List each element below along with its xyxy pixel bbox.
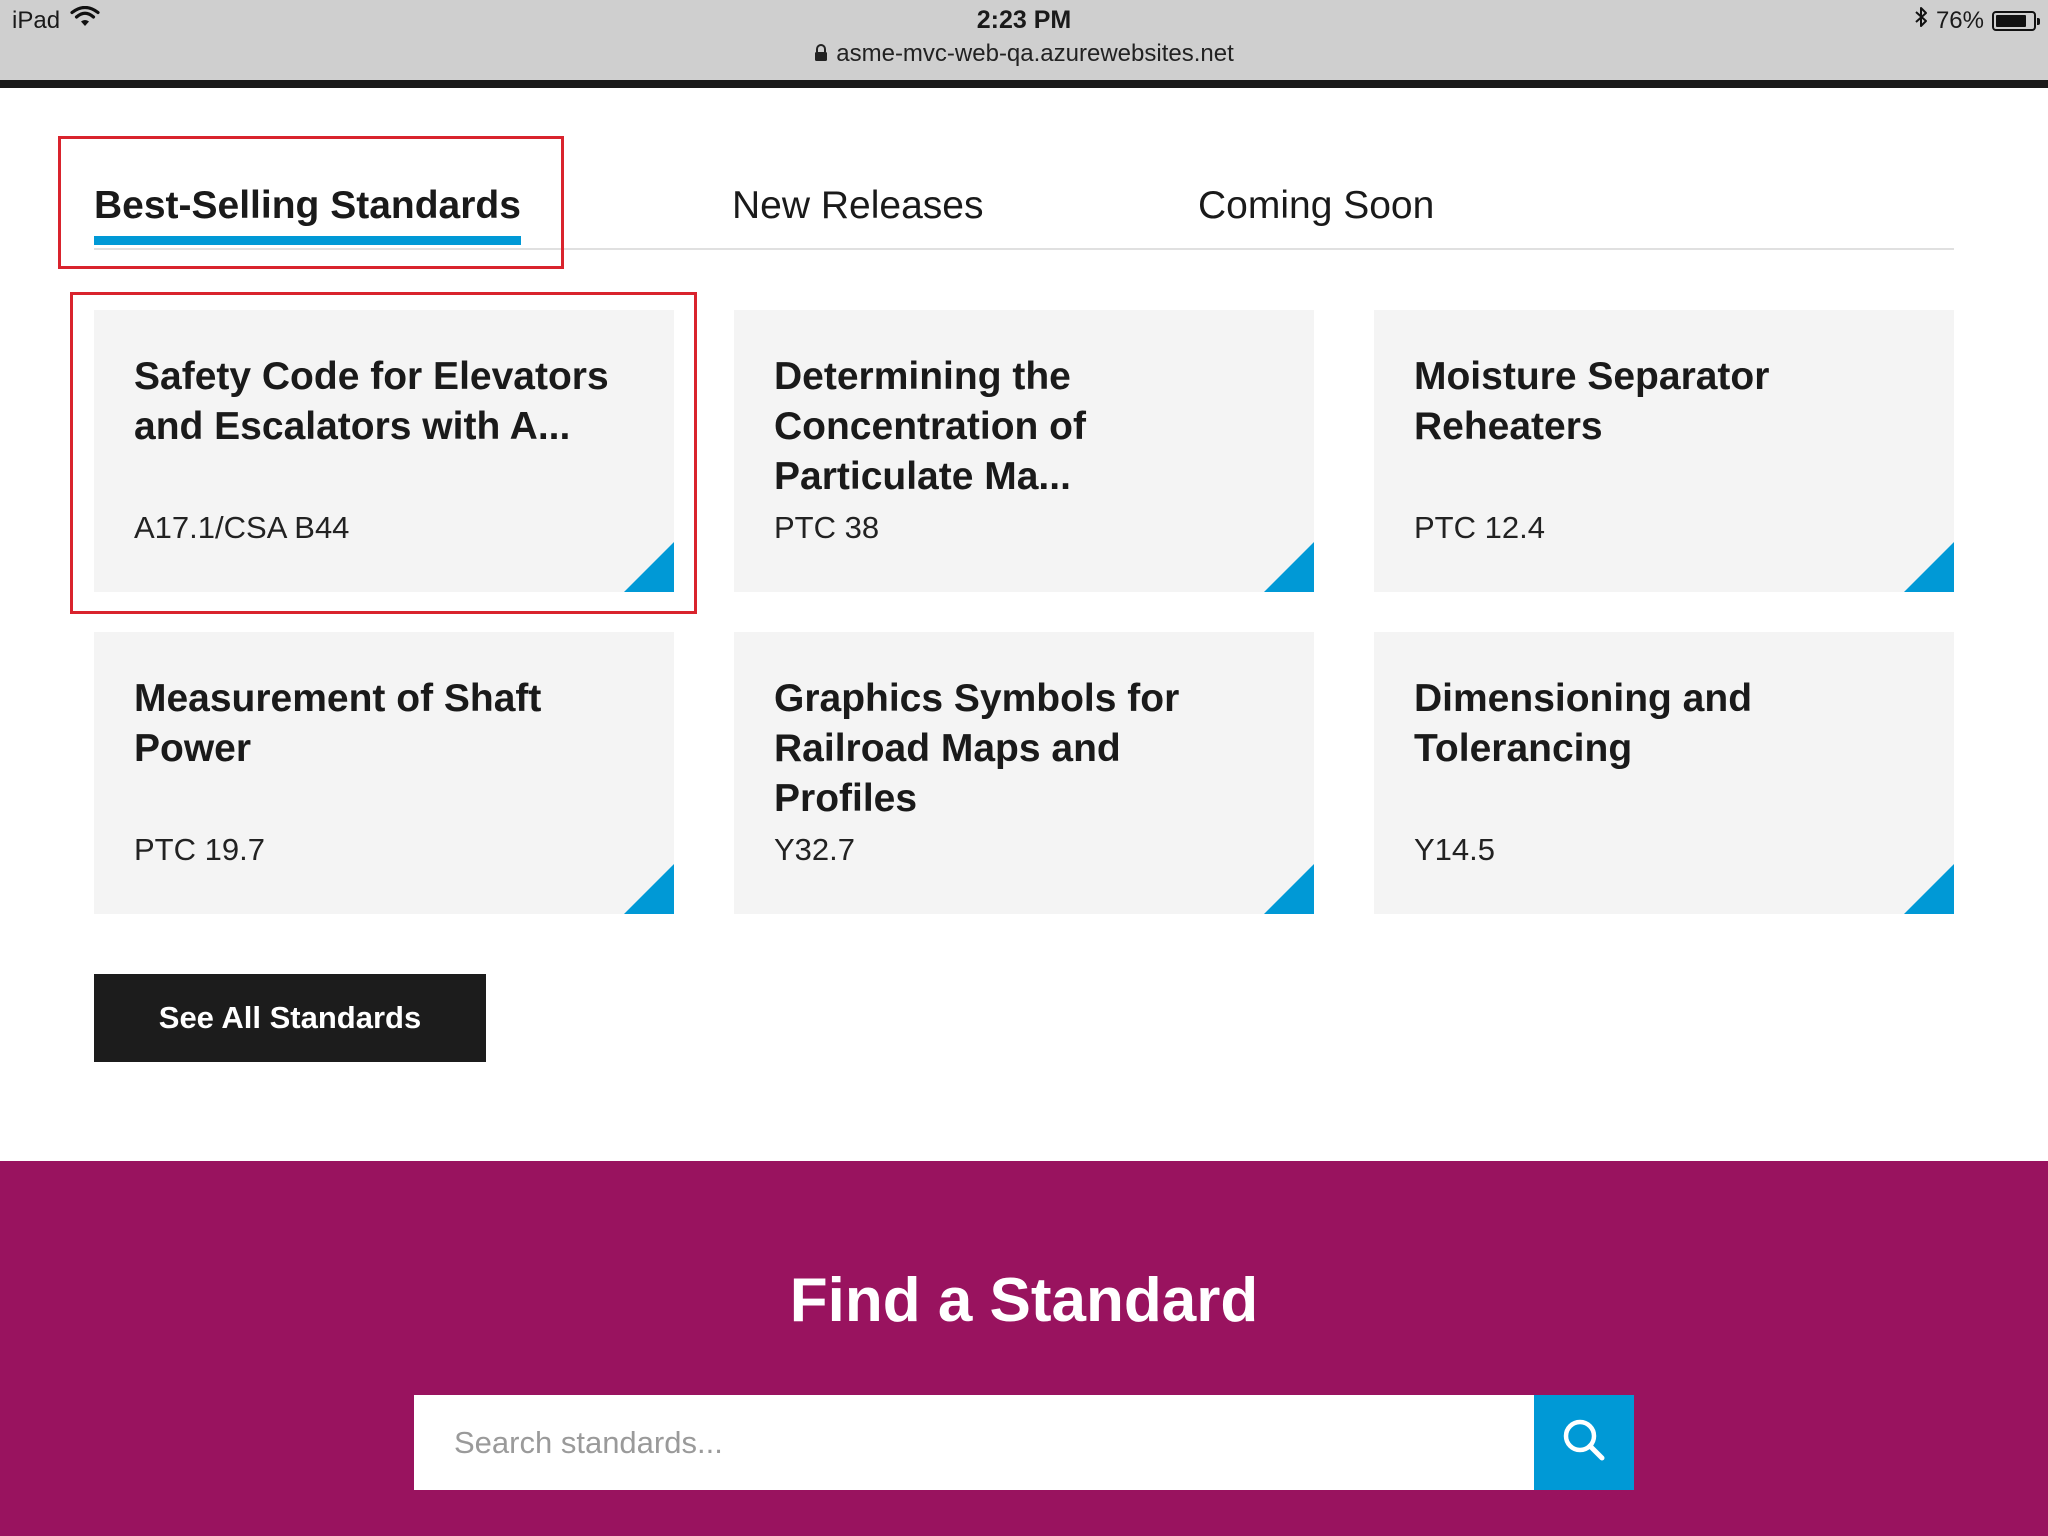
card-title: Determining the Concentration of Particu… [774,355,1086,498]
bluetooth-icon [1914,6,1928,35]
standard-card[interactable]: Graphics Symbols for Railroad Maps and P… [734,632,1314,914]
tab-label: New Releases [732,184,984,227]
tab-new-releases[interactable]: New Releases [732,184,983,228]
card-corner-accent [1264,542,1314,592]
standard-card[interactable]: Moisture Separator Reheaters PTC 12.4 [1374,310,1954,592]
card-code: Y14.5 [1414,832,1496,867]
status-right: 76% [1914,6,2040,35]
tab-label: Best-Selling Standards [94,184,521,227]
address-bar[interactable]: asme-mvc-web-qa.azurewebsites.net [0,40,2048,69]
battery-icon [1992,10,2040,31]
search-button[interactable] [1534,1395,1634,1490]
card-code: PTC 38 [774,510,880,545]
card-title: Safety Code for Elevators and Escalators… [134,355,609,448]
card-title: Moisture Separator Reheaters [1414,355,1770,448]
active-tab-indicator [94,236,521,245]
tab-best-selling-standards[interactable]: Best-Selling Standards [94,184,521,245]
card-corner-accent [624,542,674,592]
see-all-standards-button[interactable]: See All Standards [94,974,486,1062]
standard-card[interactable]: Safety Code for Elevators and Escalators… [94,310,674,592]
tab-label: Coming Soon [1198,184,1435,227]
card-title: Graphics Symbols for Railroad Maps and P… [774,677,1180,820]
card-corner-accent [1904,864,1954,914]
header-divider [0,80,2048,88]
status-time: 2:23 PM [976,6,1072,34]
card-corner-accent [1264,864,1314,914]
card-corner-accent [624,864,674,914]
standards-tabs: Best-Selling Standards New Releases Comi… [94,170,1954,250]
standard-card[interactable]: Determining the Concentration of Particu… [734,310,1314,592]
find-a-standard-section: Find a Standard [0,1161,2048,1536]
battery-percent: 76% [1935,6,1984,34]
card-code: Y32.7 [774,832,856,867]
search-input[interactable] [414,1395,1534,1490]
search-icon [1561,1417,1607,1468]
card-code: A17.1/CSA B44 [134,510,350,545]
address-url: asme-mvc-web-qa.azurewebsites.net [836,40,1234,67]
card-corner-accent [1904,542,1954,592]
card-title: Dimensioning and Tolerancing [1414,677,1753,770]
browser-status-bar: iPad 2:23 PM asme-mvc-web-qa.azurewebsit… [0,0,2048,80]
find-title: Find a Standard [789,1266,1259,1335]
card-code: PTC 19.7 [134,832,265,867]
standard-card[interactable]: Dimensioning and Tolerancing Y14.5 [1374,632,1954,914]
lock-icon [814,41,828,69]
tab-coming-soon[interactable]: Coming Soon [1198,184,1434,228]
standard-card[interactable]: Measurement of Shaft Power PTC 19.7 [94,632,674,914]
card-title: Measurement of Shaft Power [134,677,542,770]
card-code: PTC 12.4 [1414,510,1545,545]
